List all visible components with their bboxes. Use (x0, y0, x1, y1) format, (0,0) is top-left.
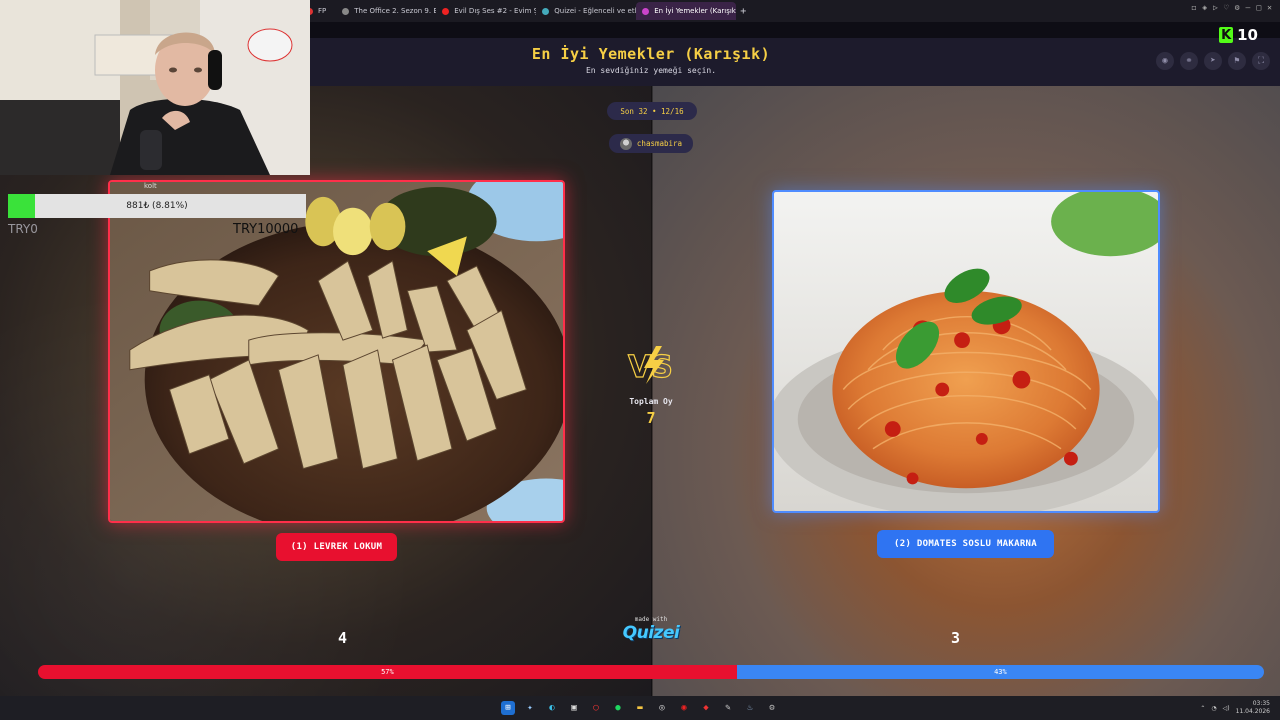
right-vote-bar: 43% (736, 665, 1264, 679)
donation-side-amount: TRY0 (8, 222, 38, 236)
shield-icon[interactable]: ◈ (1202, 3, 1207, 12)
username: chasmabira (636, 139, 683, 148)
browser-toolbar-icons: ◻ ◈ ▷ ♡ ⚙ — □ ✕ (1191, 3, 1272, 12)
tab-label: Quizei - Eğlenceli ve etkil (554, 7, 637, 15)
settings-icon[interactable]: ⚙ (1235, 3, 1240, 12)
avatar (619, 137, 632, 150)
total-votes-label: Toplam Oy (629, 397, 673, 406)
arena-divider (651, 86, 653, 696)
opera-gx-icon[interactable]: ◉ (677, 701, 691, 715)
donation-label: kolt (144, 182, 157, 190)
settings-icon[interactable]: ⚙ (765, 701, 779, 715)
obs-icon[interactable]: ◎ (655, 701, 669, 715)
flag-icon[interactable]: ⚑ (1228, 52, 1246, 70)
round-indicator: Son 32 • 12/16 (607, 102, 697, 120)
kick-viewer-count: K 10 (1219, 26, 1258, 44)
user-badge[interactable]: chasmabira (609, 134, 693, 153)
eye-icon[interactable]: ◉ (1156, 52, 1174, 70)
grilled-fish-image (110, 182, 563, 521)
right-choice-image[interactable] (772, 190, 1160, 513)
clock[interactable]: 03:35 11.04.2026 (1236, 700, 1270, 716)
total-votes-value: 7 (646, 409, 656, 427)
kick-logo-icon: K (1219, 27, 1234, 43)
browser-tab[interactable]: Evil Dış Ses #2 - Evim Şa (436, 2, 536, 20)
left-choice-image[interactable] (108, 180, 565, 523)
play-icon[interactable]: ▷ (1213, 3, 1218, 12)
link-icon[interactable]: ⚭ (1180, 52, 1198, 70)
webcam-overlay (0, 0, 310, 175)
close-icon[interactable]: ✕ (1267, 3, 1272, 12)
maximize-icon[interactable]: □ (1256, 3, 1261, 12)
tab-label: En İyi Yemekler (Karışık) (654, 7, 737, 15)
match-arena: Son 32 • 12/16 chasmabira (1) LEVREK LOK… (0, 86, 1280, 696)
donation-goal-text: 881₺ (8.81%) (126, 201, 188, 211)
donation-target-amount: TRY10000 (233, 222, 299, 237)
left-vote-bar: 57% (38, 665, 737, 679)
extension-icon[interactable]: ◻ (1191, 3, 1196, 12)
tab-label: FP (318, 7, 327, 15)
send-icon[interactable]: ➤ (1204, 52, 1222, 70)
vote-right-button[interactable]: (2) DOMATES SOSLU MAKARNA (877, 530, 1054, 558)
spaghetti-image (774, 192, 1158, 511)
browser-tab[interactable]: En İyi Yemekler (Karışık) (636, 2, 737, 20)
right-vote-count: 3 (951, 629, 961, 647)
opera-icon[interactable]: ◯ (589, 701, 603, 715)
fullscreen-icon[interactable]: ⛶ (1252, 52, 1270, 70)
streamer-webcam-image (0, 0, 310, 175)
minimize-icon[interactable]: — (1246, 3, 1251, 12)
windows-taskbar: ⊞ ✦ ◐ ▣ ◯ ● ▬ ◎ ◉ ◆ ✎ ♨ ⚙ ⌃ ◔ ◁) 03:35 1… (0, 696, 1280, 720)
start-icon[interactable]: ⊞ (501, 701, 515, 715)
vote-left-button[interactable]: (1) LEVREK LOKUM (276, 533, 397, 561)
clock-date: 11.04.2026 (1235, 708, 1270, 715)
heart-icon[interactable]: ♡ (1224, 3, 1229, 12)
tool-icon[interactable]: ✎ (721, 701, 735, 715)
browser-tab[interactable]: Quizei - Eğlenceli ve etkil (536, 2, 636, 20)
tab-favicon-icon (642, 7, 650, 15)
donation-goal-bar: 881₺ (8.81%) (8, 194, 306, 218)
tab-favicon-icon (542, 7, 550, 15)
tab-label: Evil Dış Ses #2 - Evim Şa (454, 7, 537, 15)
vs-icon: VS (627, 346, 673, 386)
clock-time: 03:35 (1252, 700, 1270, 707)
network-icon[interactable]: ◔ (1211, 705, 1216, 712)
spotify-icon[interactable]: ● (611, 701, 625, 715)
new-tab-button[interactable]: + (740, 6, 746, 17)
chevron-up-icon[interactable]: ⌃ (1200, 705, 1205, 712)
steam-icon[interactable]: ♨ (743, 701, 757, 715)
viewer-count: 10 (1237, 26, 1258, 44)
left-vote-count: 4 (338, 629, 348, 647)
header-actions: ◉ ⚭ ➤ ⚑ ⛶ (1156, 52, 1270, 70)
quizei-logo: Quizei (622, 623, 680, 643)
media-icon[interactable]: ◆ (699, 701, 713, 715)
folder-icon[interactable]: ▬ (633, 701, 647, 715)
tab-favicon-icon (442, 7, 450, 15)
tab-label: The Office 2. Sezon 9. Bö (354, 7, 437, 15)
copilot-icon[interactable]: ✦ (523, 701, 537, 715)
volume-icon[interactable]: ◁) (1223, 705, 1230, 712)
tab-favicon-icon (342, 7, 350, 15)
edge-icon[interactable]: ◐ (545, 701, 559, 715)
vote-progress-bar: 57% 43% (38, 665, 1264, 679)
system-tray: ⌃ ◔ ◁) 03:35 11.04.2026 (1200, 700, 1270, 716)
made-with-badge[interactable]: made with Quizei (620, 616, 682, 643)
browser-tab[interactable]: The Office 2. Sezon 9. Bö (336, 2, 436, 20)
store-icon[interactable]: ▣ (567, 701, 581, 715)
made-with-label: made with (634, 616, 668, 623)
